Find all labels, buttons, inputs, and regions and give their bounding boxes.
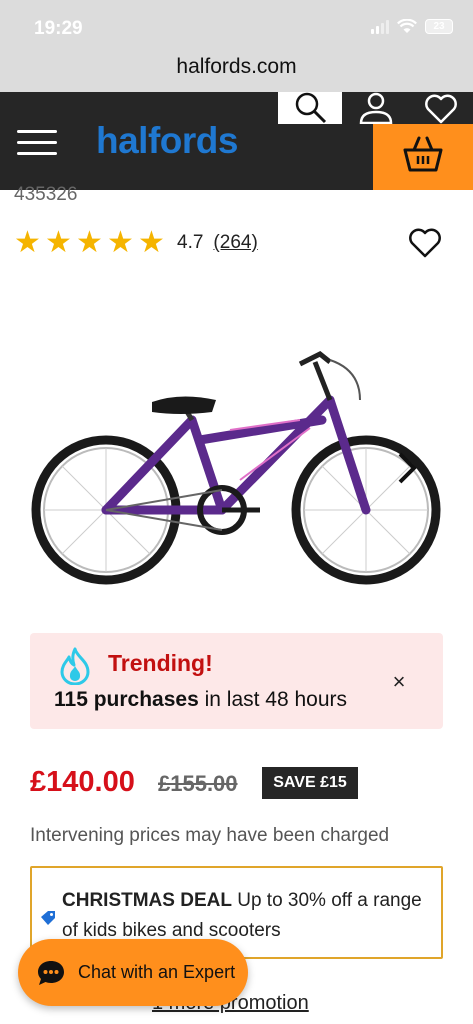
close-icon[interactable]: × [389, 669, 409, 695]
search-button[interactable] [278, 92, 342, 124]
rating-value: 4.7 [177, 232, 204, 253]
chat-with-expert-button[interactable]: Chat with an Expert [18, 939, 248, 1006]
star-icon: ★ [107, 226, 134, 259]
star-icon: ★ [14, 226, 41, 259]
url-bar[interactable]: halfords.com [0, 55, 473, 79]
site-header: halfords [0, 92, 473, 190]
trending-title: Trending! [108, 650, 213, 676]
current-price: £140.00 [30, 766, 135, 798]
wifi-icon [397, 19, 417, 33]
halfords-logo[interactable]: halfords [96, 120, 238, 162]
account-icon[interactable] [358, 92, 394, 124]
product-rating[interactable]: ★ ★ ★ ★ ★ 4.7 (264) [14, 228, 258, 258]
basket-button[interactable] [373, 124, 473, 190]
star-icon: ★ [76, 226, 103, 259]
price-note: Intervening prices may have been charged [30, 825, 390, 846]
product-sku: 435326 [14, 184, 78, 205]
rating-stars: ★ ★ ★ ★ ★ [14, 228, 169, 258]
product-image[interactable] [30, 330, 442, 620]
menu-icon[interactable] [17, 130, 57, 156]
add-to-wishlist-icon[interactable] [408, 226, 442, 260]
signal-icon [371, 19, 389, 34]
purchase-count: 115 purchases [54, 688, 199, 711]
deal-text: CHRISTMAS DEAL Up to 30% off a range of … [62, 886, 432, 946]
deal-title: CHRISTMAS DEAL [62, 890, 232, 911]
trending-banner: Trending! 115 purchases in last 48 hours… [30, 633, 443, 729]
star-icon: ★ [138, 226, 165, 259]
tag-icon [41, 911, 55, 925]
battery-icon: 23 [425, 19, 453, 34]
was-price: £155.00 [158, 771, 238, 796]
chat-label: Chat with an Expert [78, 962, 236, 982]
status-time: 19:29 [34, 18, 83, 39]
carousel-next-icon[interactable] [392, 446, 422, 490]
flame-icon [60, 647, 90, 685]
star-icon: ★ [45, 226, 72, 259]
browser-chrome: 19:29 23 halfords.com [0, 0, 473, 92]
heart-icon[interactable] [424, 94, 458, 124]
trending-suffix: in last 48 hours [198, 688, 348, 711]
review-count-link[interactable]: (264) [213, 232, 257, 254]
search-icon [295, 92, 327, 124]
trending-text: 115 purchases in last 48 hours [54, 688, 347, 712]
save-badge: SAVE £15 [262, 767, 358, 799]
basket-icon [403, 136, 443, 172]
chat-bubble-icon [38, 960, 64, 985]
status-icons: 23 [371, 19, 453, 34]
